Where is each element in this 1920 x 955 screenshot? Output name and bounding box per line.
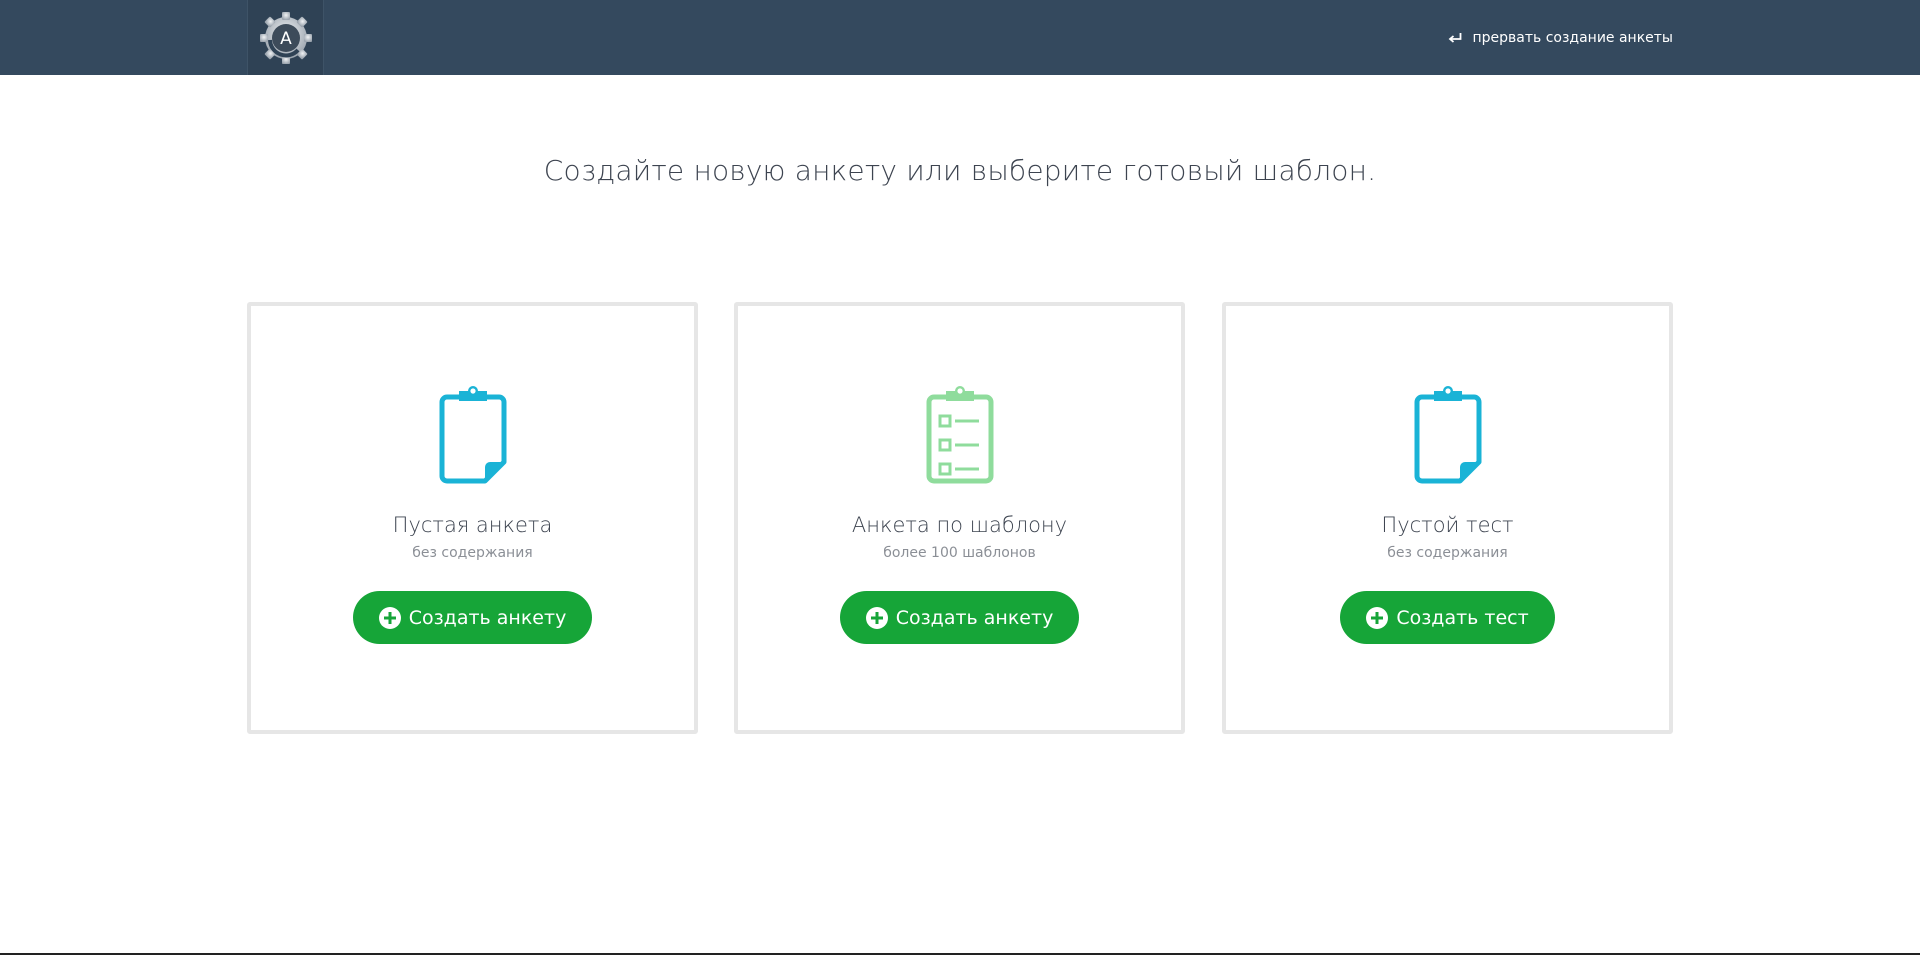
logo-letter: A [280, 29, 292, 49]
card-title: Пустой тест [1381, 513, 1514, 537]
button-label: Создать анкету [408, 606, 567, 629]
card-subtitle: более 100 шаблонов [883, 545, 1036, 561]
create-test-button[interactable]: Создать тест [1340, 591, 1555, 644]
blank-test-card: Пустой тест без содержания Создать тест [1222, 302, 1673, 734]
card-title: Анкета по шаблону [851, 513, 1068, 537]
template-survey-card: Анкета по шаблону более 100 шаблонов Соз… [734, 302, 1185, 734]
button-label: Создать анкету [895, 606, 1054, 629]
app-logo[interactable]: A [247, 0, 324, 75]
checklist-clipboard-icon [924, 383, 996, 485]
blank-clipboard-icon [437, 383, 509, 485]
creation-options: Пустая анкета без содержания Создать анк… [247, 302, 1673, 734]
plus-circle-icon [865, 606, 888, 629]
card-title: Пустая анкета [392, 513, 553, 537]
card-subtitle: без содержания [412, 545, 533, 561]
plus-circle-icon [1366, 606, 1389, 629]
create-survey-button[interactable]: Создать анкету [352, 591, 593, 644]
logo-gear-icon: A [259, 11, 312, 64]
blank-clipboard-icon [1412, 383, 1484, 485]
card-subtitle: без содержания [1387, 545, 1508, 561]
blank-survey-card: Пустая анкета без содержания Создать анк… [247, 302, 698, 734]
survey-creation-page: A прервать создание анкеты Создайте нову… [0, 0, 1920, 955]
page-title: Создайте новую анкету или выберите готов… [543, 154, 1377, 187]
button-label: Создать тест [1396, 606, 1529, 629]
plus-circle-icon [378, 606, 401, 629]
abort-creation-link[interactable]: прервать создание анкеты [1448, 0, 1673, 75]
top-header: A прервать создание анкеты [0, 0, 1920, 75]
return-arrow-icon [1449, 32, 1462, 43]
abort-creation-label: прервать создание анкеты [1472, 29, 1673, 46]
create-from-template-button[interactable]: Создать анкету [839, 591, 1080, 644]
